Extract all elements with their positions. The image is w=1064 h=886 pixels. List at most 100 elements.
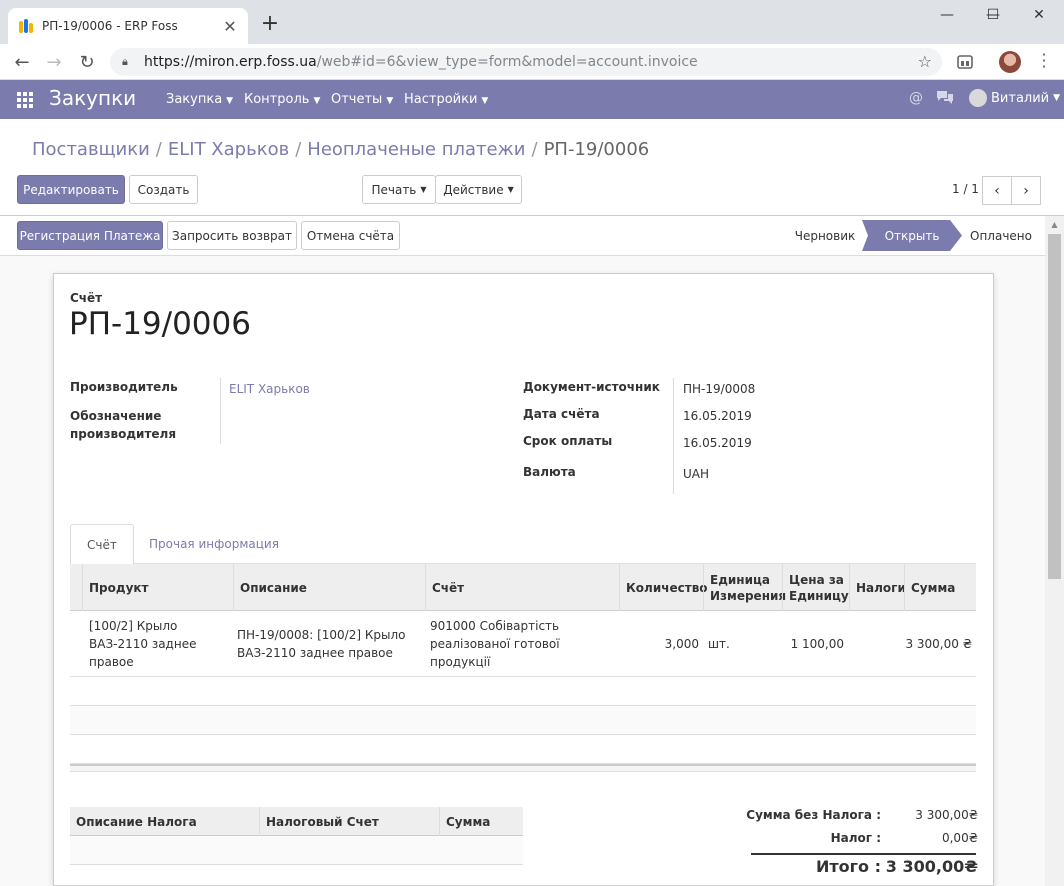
maximize-button[interactable]: ☐ — [970, 0, 1016, 30]
cell-account: 901000 Собівартість реалізованої готової… — [430, 619, 560, 669]
create-button[interactable]: Создать — [129, 175, 198, 204]
request-refund-button[interactable]: Запросить возврат — [167, 221, 297, 250]
col-taxes[interactable]: Налоги — [849, 564, 906, 611]
new-tab-button[interactable]: + — [258, 12, 282, 36]
breadcrumb-unpaid[interactable]: Неоплаченые платежи — [307, 139, 525, 160]
breadcrumb-current: РП-19/0006 — [543, 139, 650, 160]
close-tab-icon[interactable]: ✕ — [222, 17, 238, 36]
col-tax-amount[interactable]: Сумма — [439, 807, 523, 836]
forward-arrow-icon[interactable]: → — [42, 50, 66, 74]
scroll-up-icon[interactable]: ▲ — [1045, 216, 1064, 233]
menu-settings[interactable]: Настройки ▼ — [404, 92, 488, 107]
totals-divider — [751, 853, 976, 855]
odoo-favicon-icon — [18, 18, 34, 34]
close-window-button[interactable]: ✕ — [1016, 0, 1062, 30]
total-value: 3 300,00₴ — [885, 857, 978, 876]
invoice-lines-header: Продукт Описание Счёт Количество Единица… — [70, 564, 976, 611]
col-account[interactable]: Счёт — [425, 564, 620, 611]
invoice-date-label: Дата счёта — [523, 407, 600, 421]
vertical-scrollbar[interactable]: ▲ — [1045, 216, 1064, 886]
stage-paid[interactable]: Оплачено — [962, 220, 1040, 251]
empty-row — [70, 735, 976, 764]
pager-next-icon[interactable]: › — [1011, 176, 1041, 205]
vendor-ref-label: Обозначение производителя — [70, 409, 177, 441]
vendor-link[interactable]: ELIT Харьков — [229, 382, 310, 396]
browser-menu-icon[interactable]: · · · — [1036, 47, 1052, 75]
browser-tab[interactable]: РП-19/0006 - ERP Foss ✕ — [8, 8, 248, 44]
profile-avatar[interactable] — [999, 51, 1021, 73]
col-quantity[interactable]: Количество — [619, 564, 708, 611]
invoice-number: РП-19/0006 — [69, 306, 251, 342]
chat-icon[interactable] — [936, 90, 954, 108]
untaxed-value: 3 300,00₴ — [915, 808, 978, 822]
menu-purchase[interactable]: Закупка ▼ — [166, 92, 233, 107]
url-host: https://miron.erp.foss.ua — [144, 54, 317, 70]
breadcrumb-vendor[interactable]: ELIT Харьков — [168, 139, 289, 160]
untaxed-label: Сумма без Налога : — [746, 808, 881, 822]
cancel-invoice-button[interactable]: Отмена счёта — [301, 221, 400, 250]
invoice-date-value: 16.05.2019 — [683, 409, 752, 423]
field-divider — [220, 378, 221, 444]
tab-other-info[interactable]: Прочая информация — [133, 524, 295, 564]
register-payment-button[interactable]: Регистрация Платежа — [17, 221, 163, 250]
col-uom[interactable]: Единица Измерения — [703, 564, 786, 611]
col-amount[interactable]: Сумма — [904, 564, 976, 611]
empty-row — [70, 706, 976, 735]
cell-description: ПН-19/0008: [100/2] Крыло ВАЗ-2110 задне… — [237, 628, 406, 660]
tab-title: РП-19/0006 - ERP Foss — [42, 19, 178, 33]
action-dropdown[interactable]: Действие ▼ — [435, 175, 522, 204]
user-avatar — [969, 89, 987, 107]
source-doc-label: Документ-источник — [523, 380, 660, 394]
tax-table-header: Описание Налога Налоговый Счет Сумма — [70, 807, 523, 836]
browser-tabstrip: РП-19/0006 - ERP Foss ✕ + — — [0, 0, 1064, 44]
user-menu[interactable]: Виталий ▼ — [969, 89, 1060, 107]
invoice-type-label: Счёт — [70, 291, 103, 305]
menu-reports[interactable]: Отчеты ▼ — [331, 92, 393, 107]
bookmark-star-icon[interactable]: ☆ — [918, 52, 932, 71]
cell-amount: 3 300,00 ₴ — [905, 637, 972, 651]
due-date-value: 16.05.2019 — [683, 436, 752, 450]
reload-icon[interactable]: ↻ — [75, 50, 99, 74]
stage-draft[interactable]: Черновик — [782, 220, 868, 251]
due-date-label: Срок оплаты — [523, 434, 613, 448]
tax-value: 0,00₴ — [941, 831, 978, 845]
col-tax-account[interactable]: Налоговый Счет — [259, 807, 440, 836]
address-bar[interactable]: 🔒︎ https://miron.erp.foss.ua/web#id=6&vi… — [110, 48, 942, 76]
stage-open[interactable]: Открыть — [862, 220, 962, 251]
cell-uom: шт. — [708, 637, 730, 651]
tab-invoice[interactable]: Счёт — [70, 524, 134, 565]
tax-label: Налог : — [830, 831, 881, 845]
invoice-lines-footer — [70, 764, 976, 772]
notebook-tabs: Счёт Прочая информация — [70, 524, 976, 565]
browser-toolbar: ← → ↻ 🔒︎ https://miron.erp.foss.ua/web#i… — [0, 44, 1064, 80]
breadcrumb-vendors[interactable]: Поставщики — [32, 139, 150, 160]
lock-icon: 🔒︎ — [122, 55, 128, 68]
pager-prev-icon[interactable]: ‹ — [982, 176, 1012, 205]
field-divider — [673, 378, 674, 494]
table-row[interactable]: [100/2] Крыло ВАЗ-2110 заднее правое ПН-… — [70, 611, 976, 677]
mention-icon[interactable]: @ — [909, 90, 923, 106]
minimize-button[interactable]: — — [924, 0, 970, 30]
print-dropdown[interactable]: Печать ▼ — [362, 175, 436, 204]
col-unit-price[interactable]: Цена за Единицу — [782, 564, 850, 611]
status-bar: Регистрация Платежа Запросить возврат От… — [0, 216, 1045, 256]
cell-product: [100/2] Крыло ВАЗ-2110 заднее правое — [89, 619, 197, 669]
cell-quantity: 3,000 — [664, 637, 699, 651]
breadcrumb: Поставщики / ELIT Харьков / Неоплаченые плат… — [32, 139, 650, 160]
col-tax-description[interactable]: Описание Налога — [70, 807, 260, 836]
vendor-label: Производитель — [70, 380, 178, 394]
col-product[interactable]: Продукт — [82, 564, 234, 611]
source-doc-value: ПН-19/0008 — [683, 382, 756, 396]
total-label: Итого : — [816, 857, 881, 876]
menu-control[interactable]: Контроль ▼ — [244, 92, 320, 107]
control-panel: Поставщики / ELIT Харьков / Неоплаченые плат… — [0, 119, 1064, 216]
col-description[interactable]: Описание — [233, 564, 426, 611]
tax-empty-row — [70, 836, 523, 865]
extension-icon[interactable] — [956, 53, 974, 71]
scrollbar-thumb[interactable] — [1048, 234, 1061, 579]
main-navbar: Закупки Закупка ▼ Контроль ▼ Отчеты ▼ Настр… — [0, 80, 1064, 119]
empty-row — [70, 677, 976, 706]
back-arrow-icon[interactable]: ← — [10, 50, 34, 74]
edit-button[interactable]: Редактировать — [17, 175, 125, 204]
apps-menu-icon[interactable] — [17, 92, 33, 108]
